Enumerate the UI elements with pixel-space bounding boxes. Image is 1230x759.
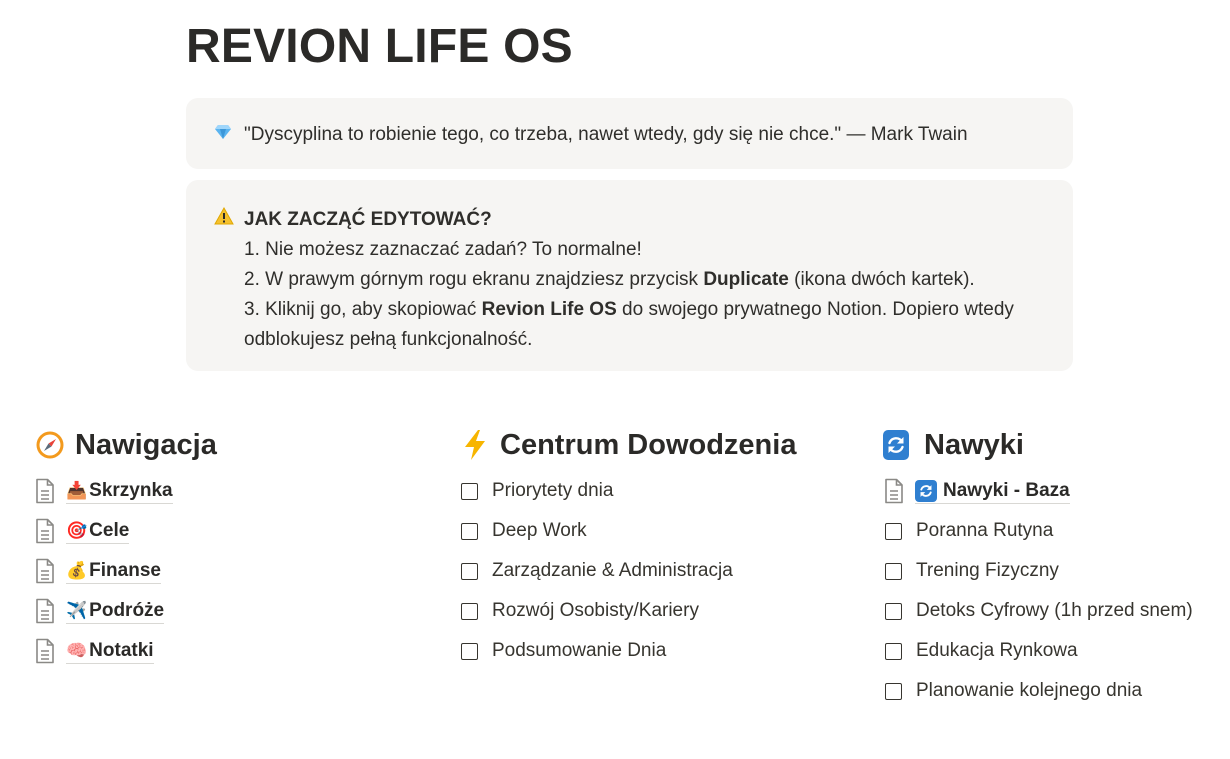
sync-icon [883, 429, 915, 461]
quote-callout: "Dyscyplina to robienie tego, co trzeba,… [186, 98, 1073, 169]
task-item: Planowanie kolejnego dnia [883, 671, 1193, 711]
task-label: Detoks Cyfrowy (1h przed snem) [916, 600, 1193, 621]
warning-line-2: 2. W prawym górnym rogu ekranu znajdzies… [244, 265, 1054, 295]
task-label: Deep Work [492, 520, 587, 541]
target-icon: 🎯 [66, 520, 88, 540]
nav-item-cele[interactable]: 🎯 Cele [34, 511, 217, 551]
duplicate-text: Duplicate [703, 269, 789, 290]
navigation-column: Nawigacja 📥 Skrzynka 🎯 Cele 💰 Finanse ✈️… [34, 425, 217, 671]
task-checkbox[interactable] [885, 522, 902, 540]
nav-link[interactable]: 🧠 Notatki [66, 639, 154, 664]
warning-body: JAK ZACZĄĆ EDYTOWAĆ? 1. Nie możesz zazna… [244, 205, 1054, 355]
task-label: Rozwój Osobisty/Kariery [492, 600, 699, 621]
page-icon [36, 598, 54, 624]
page-icon [36, 518, 54, 544]
gem-icon [214, 124, 232, 145]
airplane-icon: ✈️ [66, 600, 88, 620]
nav-item-label: Finanse [89, 559, 161, 581]
task-checkbox[interactable] [885, 682, 902, 700]
task-label: Podsumowanie Dnia [492, 640, 667, 661]
navigation-title: Nawigacja [75, 428, 217, 461]
task-item: Edukacja Rynkowa [883, 631, 1193, 671]
habits-title: Nawyki [924, 428, 1024, 461]
habits-header: Nawyki [883, 425, 1193, 465]
task-checkbox[interactable] [885, 642, 902, 660]
task-checkbox[interactable] [885, 602, 902, 620]
task-checkbox[interactable] [461, 562, 478, 580]
warning-icon [214, 206, 234, 230]
page-icon [36, 638, 54, 664]
task-label: Trening Fizyczny [916, 560, 1059, 581]
task-label: Planowanie kolejnego dnia [916, 680, 1143, 701]
task-label: Priorytety dnia [492, 480, 614, 501]
habits-database-link[interactable]: Nawyki - Baza [883, 471, 1193, 511]
warning-line-2-text: 2. W prawym górnym rogu ekranu znajdzies… [244, 269, 704, 290]
task-label: Poranna Rutyna [916, 520, 1054, 541]
task-item: Deep Work [459, 511, 796, 551]
task-label: Edukacja Rynkowa [916, 640, 1078, 661]
lightning-icon [459, 429, 491, 461]
task-item: Zarządzanie & Administracja [459, 551, 796, 591]
page-title: REVION LIFE OS [186, 20, 573, 73]
warning-line-3-text: 3. Kliknij go, aby skopiować [244, 299, 482, 320]
habits-column: Nawyki Nawyki - Baza Poranna Rutyna Tren… [883, 425, 1193, 711]
task-item: Podsumowanie Dnia [459, 631, 796, 671]
nav-item-notatki[interactable]: 🧠 Notatki [34, 631, 217, 671]
warning-line-2-end: (ikona dwóch kartek). [788, 269, 975, 290]
task-checkbox[interactable] [885, 562, 902, 580]
task-item: Detoks Cyfrowy (1h przed snem) [883, 591, 1193, 631]
nav-link[interactable]: 🎯 Cele [66, 519, 130, 544]
task-checkbox[interactable] [461, 602, 478, 620]
task-checkbox[interactable] [461, 482, 478, 500]
task-checkbox[interactable] [461, 522, 478, 540]
task-item: Rozwój Osobisty/Kariery [459, 591, 796, 631]
nav-item-label: Podróże [89, 599, 165, 621]
sync-icon [915, 479, 937, 502]
nav-link[interactable]: Nawyki - Baza [915, 479, 1070, 504]
task-label: Zarządzanie & Administracja [492, 560, 733, 581]
nav-item-skrzynka[interactable]: 📥 Skrzynka [34, 471, 217, 511]
compass-icon [34, 429, 66, 461]
task-item: Poranna Rutyna [883, 511, 1193, 551]
quote-text: "Dyscyplina to robienie tego, co trzeba,… [244, 124, 968, 145]
page-icon [36, 558, 54, 584]
page-icon [36, 478, 54, 504]
money-bag-icon: 💰 [66, 560, 88, 580]
habits-db-label: Nawyki - Baza [943, 479, 1070, 501]
nav-item-label: Notatki [89, 639, 154, 661]
nav-link[interactable]: 📥 Skrzynka [66, 479, 173, 504]
warning-callout: JAK ZACZĄĆ EDYTOWAĆ? 1. Nie możesz zazna… [186, 180, 1073, 371]
warning-title: JAK ZACZĄĆ EDYTOWAĆ? [244, 209, 492, 230]
nav-link[interactable]: 💰 Finanse [66, 559, 161, 584]
warning-line-3: 3. Kliknij go, aby skopiować Revion Life… [244, 295, 1054, 355]
command-center-header: Centrum Dowodzenia [459, 425, 796, 465]
nav-item-label: Cele [89, 519, 130, 541]
task-item: Trening Fizyczny [883, 551, 1193, 591]
warning-line-1: 1. Nie możesz zaznaczać zadań? To normal… [244, 239, 642, 260]
page-icon [885, 478, 903, 504]
task-item: Priorytety dnia [459, 471, 796, 511]
inbox-icon: 📥 [66, 480, 88, 500]
command-center-column: Centrum Dowodzenia Priorytety dnia Deep … [459, 425, 796, 671]
brain-icon: 🧠 [66, 640, 88, 660]
navigation-header: Nawigacja [34, 425, 217, 465]
nav-item-label: Skrzynka [89, 479, 173, 501]
nav-item-podroze[interactable]: ✈️ Podróże [34, 591, 217, 631]
task-checkbox[interactable] [461, 642, 478, 660]
command-center-title: Centrum Dowodzenia [500, 428, 797, 461]
revion-life-os-text: Revion Life OS [481, 299, 617, 320]
nav-item-finanse[interactable]: 💰 Finanse [34, 551, 217, 591]
nav-link[interactable]: ✈️ Podróże [66, 599, 165, 624]
